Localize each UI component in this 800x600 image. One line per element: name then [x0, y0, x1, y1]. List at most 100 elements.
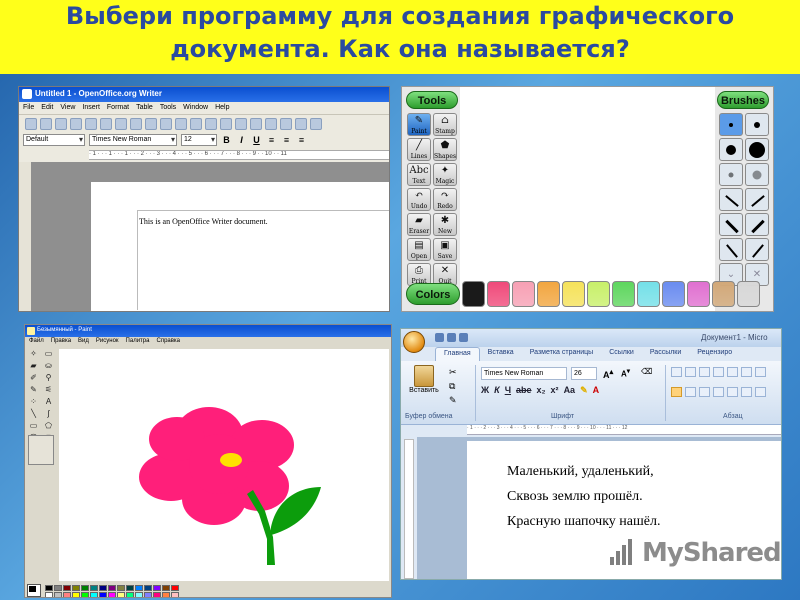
color-swatch[interactable] [512, 281, 535, 307]
palette-color-swatch[interactable] [162, 592, 170, 597]
tux-tool-redo[interactable]: ↷ Redo [433, 188, 457, 211]
tux-tool-open[interactable]: ▤ Open [407, 238, 431, 261]
palette-color-swatch[interactable] [108, 592, 116, 597]
subscript-button[interactable]: x₂ [537, 385, 546, 396]
increase-indent-icon[interactable] [727, 367, 738, 377]
palette-color-swatch[interactable] [171, 592, 179, 597]
rect-select-icon[interactable]: ▭ [42, 349, 55, 359]
tux-tool-magic[interactable]: ✦ Magic [433, 163, 457, 186]
page-preview-icon[interactable] [130, 117, 142, 130]
palette-color-swatch[interactable] [144, 585, 152, 591]
cut-icon[interactable] [175, 117, 187, 130]
ms-paint-window[interactable]: Безымянный - Paint Файл Правка Вид Рисунок П… [24, 324, 392, 598]
line-spacing-icon[interactable] [727, 387, 738, 397]
writer-menu-item[interactable]: Table [136, 104, 153, 111]
show-marks-icon[interactable] [755, 367, 766, 377]
palette-color-swatch[interactable] [153, 585, 161, 591]
align-center-icon[interactable]: ≡ [281, 135, 292, 145]
new-document-icon[interactable] [25, 117, 37, 130]
copy-icon[interactable]: ⧉ [449, 381, 455, 392]
writer-document-text[interactable]: This is an OpenOffice Writer document. [139, 217, 268, 226]
spellcheck-icon[interactable] [145, 117, 157, 130]
palette-color-swatch[interactable] [90, 585, 98, 591]
sort-icon[interactable] [741, 367, 752, 377]
edit-file-icon[interactable] [85, 117, 97, 130]
color-swatch[interactable] [637, 281, 660, 307]
brush-large-round[interactable] [719, 138, 743, 161]
document-line[interactable]: Сквозь землю прошёл. [507, 484, 781, 509]
align-right-icon[interactable] [699, 387, 710, 397]
color-swatch[interactable] [662, 281, 685, 307]
rectangle-tool-icon[interactable]: ▭ [27, 421, 40, 431]
palette-color-swatch[interactable] [171, 585, 179, 591]
document-line[interactable]: Красную шапочку нашёл. [507, 509, 781, 534]
save-icon[interactable] [55, 117, 67, 130]
tux-tool-new[interactable]: ✱ New [433, 213, 457, 236]
strikethrough-button[interactable]: abe [516, 385, 532, 396]
color-swatch[interactable] [462, 281, 485, 307]
shrink-font-icon[interactable]: A▾ [621, 367, 630, 379]
ribbon-tab[interactable]: Рецензиро [689, 347, 740, 361]
paragraph-style-select[interactable]: Default [23, 134, 85, 146]
ribbon-tab[interactable]: Ссылки [601, 347, 642, 361]
palette-color-swatch[interactable] [81, 585, 89, 591]
justify-icon[interactable] [713, 387, 724, 397]
palette-color-swatch[interactable] [45, 585, 53, 591]
color-swatch[interactable] [612, 281, 635, 307]
palette-color-swatch[interactable] [126, 592, 134, 597]
paint-menu-item[interactable]: Вид [78, 338, 89, 344]
free-select-icon[interactable]: ✧ [27, 349, 40, 359]
fill-bucket-icon[interactable]: ⛀ [42, 361, 55, 371]
magnifier-icon[interactable]: ⚲ [42, 373, 55, 383]
format-paintbrush-icon[interactable] [220, 117, 232, 130]
paint-menu-item[interactable]: Справка [156, 338, 180, 344]
color-swatch[interactable] [737, 281, 760, 307]
palette-color-swatch[interactable] [81, 592, 89, 597]
paint-menu-item[interactable]: Рисунок [96, 338, 119, 344]
palette-color-swatch[interactable] [117, 585, 125, 591]
italic-button[interactable]: К [494, 385, 500, 396]
font-color-icon[interactable]: A [593, 385, 600, 396]
palette-color-swatch[interactable] [162, 585, 170, 591]
palette-color-swatch[interactable] [126, 585, 134, 591]
color-swatch[interactable] [487, 281, 510, 307]
open-icon[interactable] [40, 117, 52, 130]
palette-color-swatch[interactable] [54, 592, 62, 597]
undo-icon[interactable] [447, 333, 456, 342]
multilevel-list-icon[interactable] [699, 367, 710, 377]
align-center-icon[interactable] [685, 387, 696, 397]
font-size-select[interactable]: 12 [181, 134, 217, 146]
word-document-text[interactable]: Маленький, удаленький, Сквозь землю прошё… [467, 441, 781, 534]
brush-slash-3[interactable] [719, 213, 743, 236]
numbering-icon[interactable] [685, 367, 696, 377]
palette-color-swatch[interactable] [72, 592, 80, 597]
palette-color-swatch[interactable] [117, 592, 125, 597]
polygon-tool-icon[interactable]: ⬠ [42, 421, 55, 431]
palette-color-swatch[interactable] [153, 592, 161, 597]
writer-menu-item[interactable]: Window [183, 104, 208, 111]
paint-menu-item[interactable]: Правка [51, 338, 71, 344]
writer-document-area[interactable]: This is an OpenOffice Writer document. [19, 162, 389, 311]
paint-canvas[interactable] [59, 349, 389, 581]
palette-color-swatch[interactable] [63, 592, 71, 597]
document-line[interactable]: Маленький, удаленький, [507, 459, 781, 484]
palette-color-swatch[interactable] [135, 585, 143, 591]
align-left-icon[interactable]: ≡ [266, 135, 277, 145]
ribbon-tab[interactable]: Разметка страницы [522, 347, 602, 361]
paint-menu-item[interactable]: Палитра [126, 338, 150, 344]
hyperlink-icon[interactable] [265, 117, 277, 130]
table-icon[interactable] [280, 117, 292, 130]
email-icon[interactable] [70, 117, 82, 130]
writer-menu-item[interactable]: Tools [160, 104, 176, 111]
paint-tool-options[interactable] [28, 435, 54, 465]
palette-color-swatch[interactable] [45, 592, 53, 597]
writer-menu-item[interactable]: File [23, 104, 34, 111]
cut-icon[interactable]: ✂ [449, 367, 457, 378]
brush-medium-round[interactable] [745, 113, 769, 136]
borders-icon[interactable] [755, 387, 766, 397]
bold-button[interactable]: Ж [481, 385, 489, 396]
brush-slash-6[interactable] [745, 238, 769, 261]
redo-icon[interactable] [459, 333, 468, 342]
font-name-select[interactable]: Times New Roman [89, 134, 177, 146]
curve-tool-icon[interactable]: ∫ [42, 409, 55, 419]
